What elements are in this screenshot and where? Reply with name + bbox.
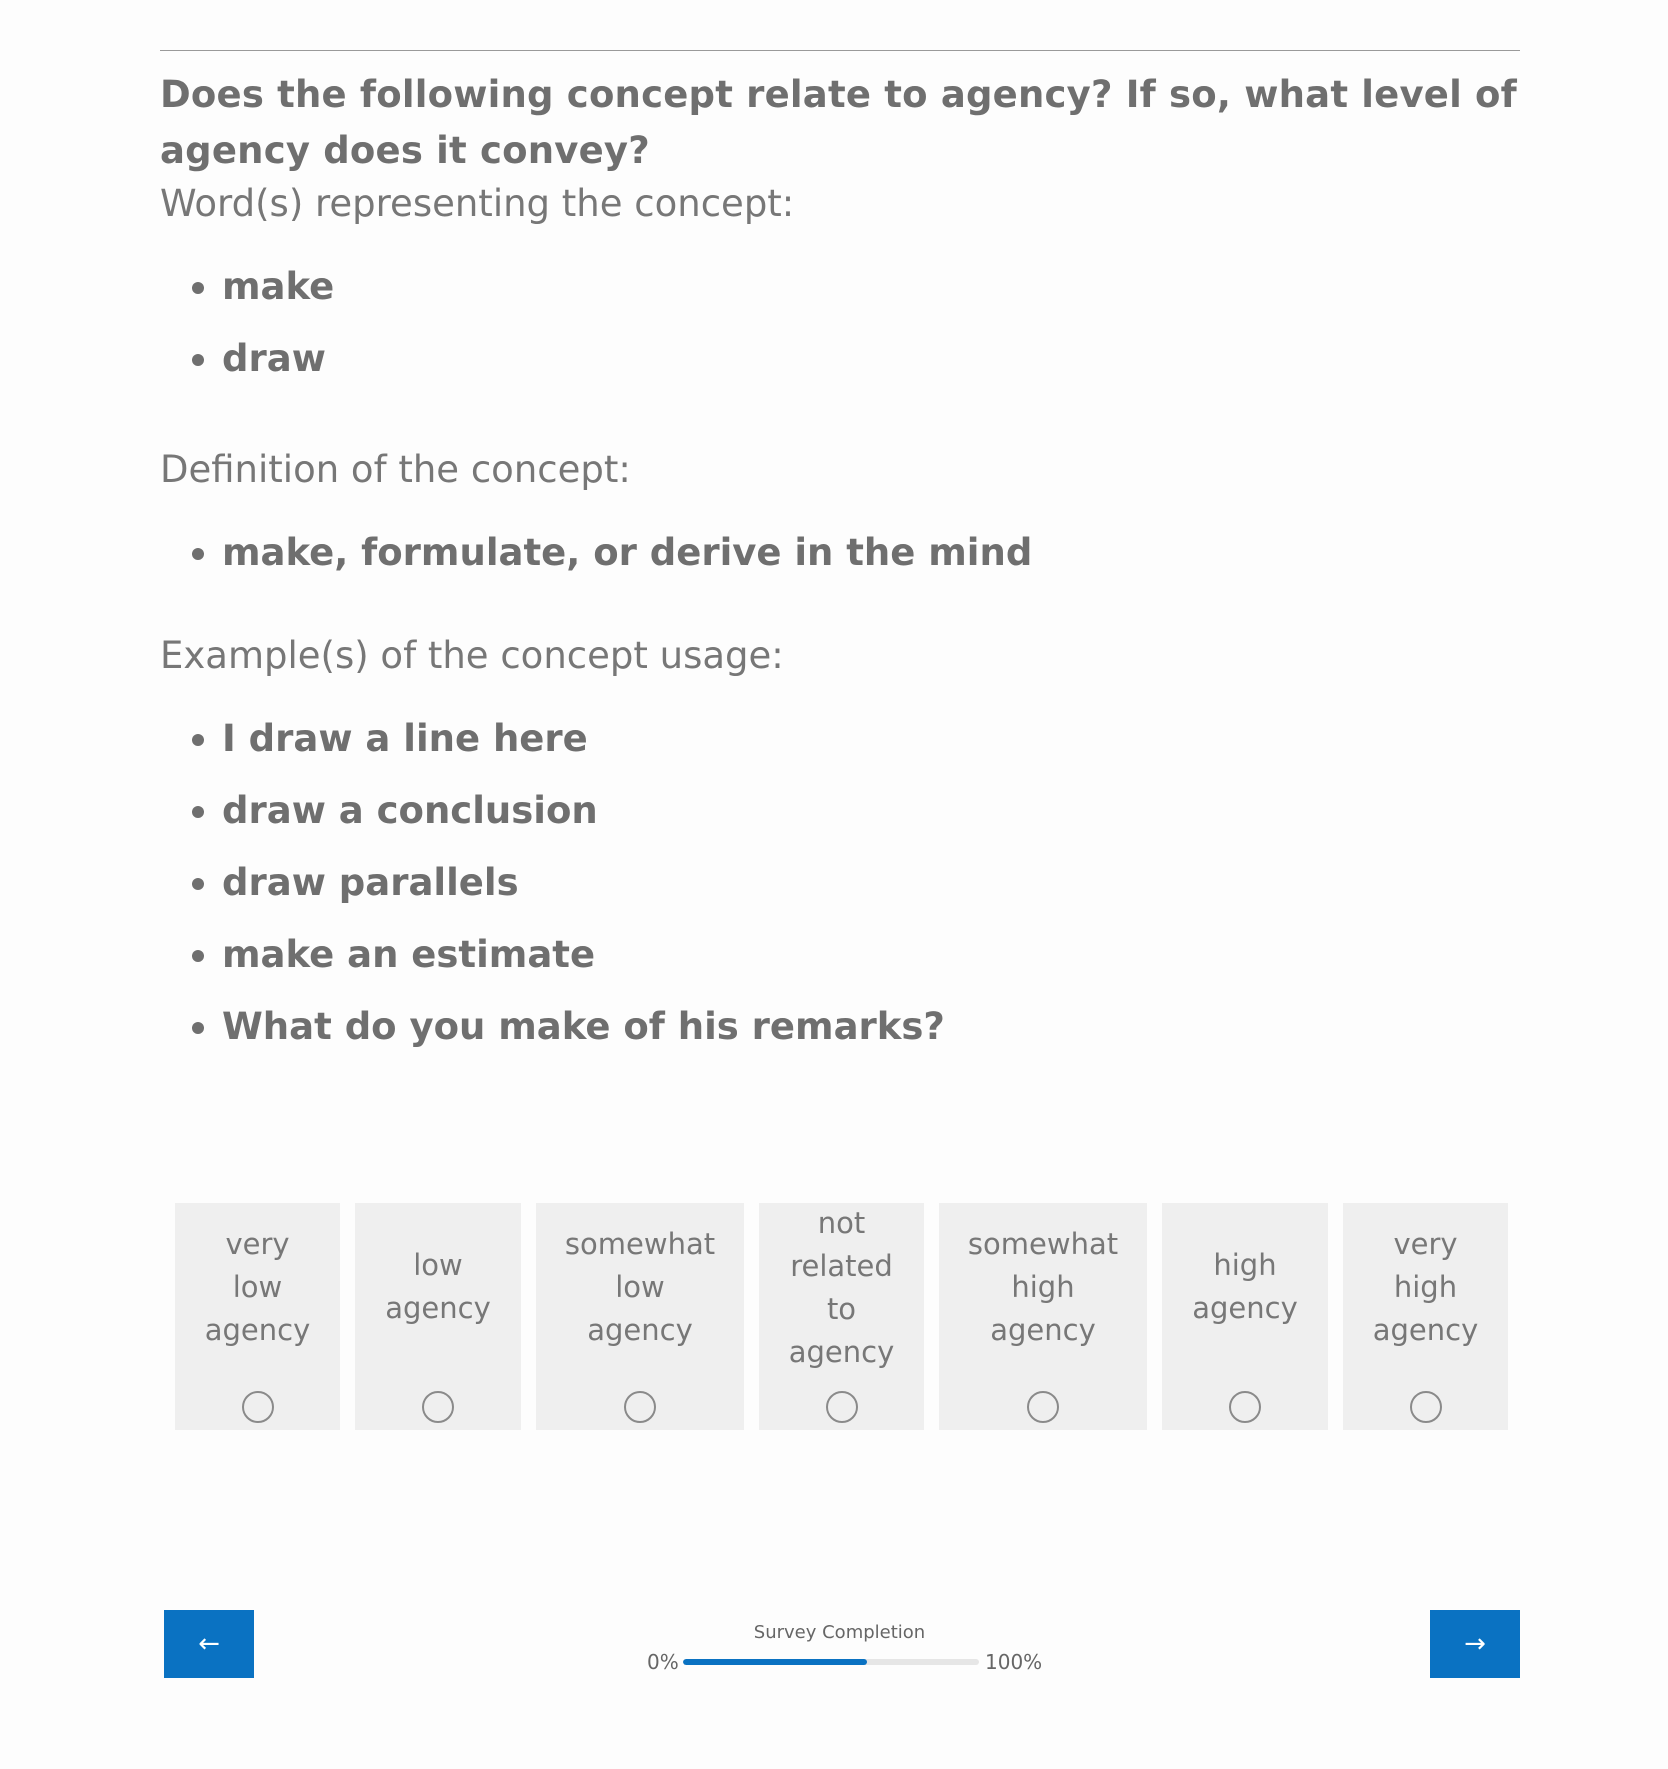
words-label: Word(s) representing the concept: [160, 182, 795, 225]
option-label-line: to [826, 1292, 857, 1326]
next-button[interactable]: → [1430, 1610, 1520, 1678]
option-label: high agency [1162, 1244, 1328, 1330]
option-label-line: agency [788, 1335, 895, 1369]
option-not-related-to-agency[interactable]: not related to agency [759, 1203, 924, 1430]
option-label-line: agency [587, 1313, 693, 1347]
words-list: make draw [192, 251, 1520, 395]
option-label-line: not [817, 1206, 866, 1240]
word-item: draw [192, 323, 1520, 395]
progress-title: Survey Completion [753, 1622, 926, 1643]
examples-label: Example(s) of the concept usage: [160, 634, 784, 677]
option-label: not related to agency [759, 1202, 924, 1374]
radio-button[interactable] [1409, 1391, 1442, 1423]
top-divider [160, 50, 1520, 51]
examples-list: I draw a line here draw a conclusion dra… [192, 703, 1520, 1063]
option-label: very high agency [1343, 1223, 1508, 1352]
option-label-line: very [1393, 1227, 1458, 1261]
option-label-line: agency [385, 1291, 491, 1325]
option-label-line: related [790, 1249, 893, 1283]
radio-button[interactable] [624, 1391, 656, 1423]
example-item: I draw a line here [192, 703, 1520, 775]
example-item: What do you make of his remarks? [192, 991, 1520, 1063]
word-item: make [192, 251, 1520, 323]
radio-button[interactable] [1229, 1391, 1261, 1423]
definition-label: Definition of the concept: [160, 448, 631, 491]
progress-bar-fill [683, 1659, 867, 1665]
example-item: draw a conclusion [192, 775, 1520, 847]
option-label-line: low [413, 1248, 463, 1282]
option-label: somewhat high agency [939, 1223, 1147, 1352]
definition-list: make, formulate, or derive in the mind [192, 517, 1520, 589]
option-high-agency[interactable]: high agency [1162, 1203, 1328, 1430]
previous-button[interactable]: ← [164, 1610, 254, 1678]
progress-max-label: 100% [985, 1650, 1043, 1674]
option-label-line: somewhat [564, 1227, 716, 1261]
option-label-line: agency [1372, 1313, 1479, 1347]
option-label: very low agency [175, 1223, 340, 1352]
option-somewhat-high-agency[interactable]: somewhat high agency [939, 1203, 1147, 1430]
radio-button[interactable] [241, 1391, 274, 1423]
progress-min-label: 0% [647, 1650, 679, 1674]
radio-button[interactable] [1027, 1391, 1059, 1423]
question-text: Does the following concept relate to age… [160, 73, 1517, 172]
option-label-line: somewhat [967, 1227, 1119, 1261]
option-label-line: high [1011, 1270, 1075, 1304]
progress-bar [683, 1659, 979, 1665]
example-item: draw parallels [192, 847, 1520, 919]
option-label-line: agency [1192, 1291, 1298, 1325]
option-label-line: high [1213, 1248, 1277, 1282]
option-very-low-agency[interactable]: very low agency [175, 1203, 340, 1430]
option-label-line: agency [990, 1313, 1096, 1347]
option-very-high-agency[interactable]: very high agency [1343, 1203, 1508, 1430]
option-label-line: high [1393, 1270, 1458, 1304]
example-item: make an estimate [192, 919, 1520, 991]
question-container: Does the following concept relate to age… [160, 50, 1520, 1063]
option-label: low agency [355, 1244, 521, 1330]
radio-button[interactable] [825, 1391, 858, 1423]
radio-button[interactable] [422, 1391, 454, 1423]
option-label: somewhat low agency [536, 1223, 744, 1352]
option-low-agency[interactable]: low agency [355, 1203, 521, 1430]
option-label-line: very [225, 1227, 290, 1261]
option-label-line: agency [204, 1313, 311, 1347]
option-somewhat-low-agency[interactable]: somewhat low agency [536, 1203, 744, 1430]
option-label-line: low [615, 1270, 665, 1304]
definition-item: make, formulate, or derive in the mind [192, 517, 1520, 589]
option-label-line: low [232, 1270, 283, 1304]
